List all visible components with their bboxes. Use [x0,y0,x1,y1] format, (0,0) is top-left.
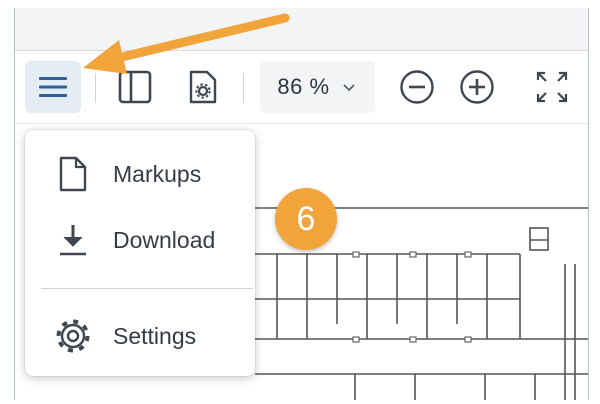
plus-circle-icon [460,70,494,104]
document-icon [55,156,91,192]
menu-item-markups[interactable]: Markups [25,146,255,202]
zoom-out-button[interactable] [389,61,445,113]
menu-item-label: Settings [113,322,197,349]
menu-item-settings[interactable]: Settings [25,308,255,364]
fullscreen-button[interactable] [524,61,580,113]
chevron-down-icon [342,84,355,92]
viewer-window: 86 % Markups Download Settings 6 [14,8,589,400]
expand-icon [536,71,568,103]
menu-item-download[interactable]: Download [25,212,255,268]
menu-divider [41,288,253,289]
annotation-arrow [83,13,290,74]
hamburger-icon [39,77,67,97]
menu-item-label: Download [113,226,216,253]
gear-icon [55,318,91,354]
menu-item-label: Markups [113,160,202,187]
menu-button[interactable] [25,61,81,113]
step-number-badge: 6 [275,188,337,250]
download-icon [55,222,91,258]
main-menu-dropdown: Markups Download Settings [25,130,255,376]
minus-circle-icon [400,70,434,104]
zoom-in-button[interactable] [449,61,505,113]
